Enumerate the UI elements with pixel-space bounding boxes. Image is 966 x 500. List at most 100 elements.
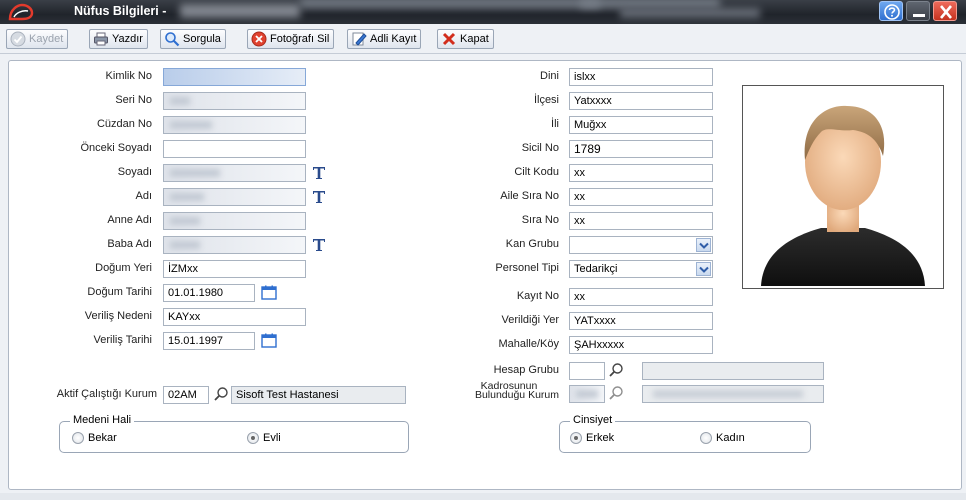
- criminal-record-button[interactable]: Adli Kayıt: [347, 29, 422, 49]
- kayit-no-field[interactable]: xx: [569, 288, 713, 306]
- criminal-record-label: Adli Kayıt: [370, 33, 417, 45]
- query-label: Sorgula: [183, 33, 221, 45]
- app-logo-icon: [8, 3, 34, 21]
- verildigi-yer-label: Verildiği Yer: [501, 314, 560, 326]
- radio-evli[interactable]: Evli: [247, 432, 281, 444]
- cinsiyet-title: Cinsiyet: [570, 414, 616, 426]
- dogum-yeri-label: Doğum Yeri: [95, 262, 152, 274]
- delete-icon: [251, 31, 267, 47]
- verildigi-yer-field[interactable]: YATxxxx: [569, 312, 713, 330]
- sicil-no-field[interactable]: 1789: [569, 140, 713, 158]
- dropdown-button[interactable]: [696, 238, 711, 252]
- printer-icon: [94, 32, 108, 46]
- dogum-tarihi-field[interactable]: 01.01.1980: [163, 284, 255, 302]
- dini-field[interactable]: islxx: [569, 68, 713, 86]
- close-label: Kapat: [460, 33, 489, 45]
- aile-sira-no-label: Aile Sıra No: [500, 190, 559, 202]
- delete-photo-button[interactable]: Fotoğrafı Sil: [247, 29, 335, 49]
- hesap-grubu-code-field[interactable]: [569, 362, 605, 380]
- cilt-kodu-field[interactable]: xx: [569, 164, 713, 182]
- adi-field[interactable]: [163, 188, 306, 206]
- close-x-icon: [442, 32, 456, 46]
- radio-evli-label: Evli: [263, 432, 281, 444]
- dropdown-button[interactable]: [696, 262, 711, 276]
- magnifier-icon[interactable]: [608, 385, 624, 401]
- minimize-button[interactable]: [906, 1, 930, 21]
- text-t-icon[interactable]: [312, 190, 326, 204]
- ili-field[interactable]: Muğxx: [569, 116, 713, 134]
- close-window-button[interactable]: [933, 1, 957, 21]
- print-label: Yazdır: [112, 33, 143, 45]
- help-icon: [884, 4, 900, 20]
- aktif-kurum-name-field: Sisoft Test Hastanesi: [231, 386, 406, 404]
- aktif-kurum-label: Aktif Çalıştığı Kurum: [56, 388, 157, 400]
- minimize-icon: [913, 14, 925, 17]
- status-bar: [0, 493, 966, 500]
- radio-indicator: [247, 432, 259, 444]
- anne-adi-label: Anne Adı: [107, 214, 152, 226]
- kan-grubu-select[interactable]: [569, 236, 713, 254]
- help-button[interactable]: [879, 1, 903, 21]
- query-button[interactable]: Sorgula: [160, 29, 226, 49]
- close-button[interactable]: Kapat: [437, 29, 494, 49]
- print-button[interactable]: Yazdır: [89, 29, 148, 49]
- kimlik-no-field[interactable]: [163, 68, 306, 86]
- dogum-tarihi-label: Doğum Tarihi: [87, 286, 152, 298]
- dini-label: Dini: [540, 70, 559, 82]
- verilis-tarihi-field[interactable]: 15.01.1997: [163, 332, 255, 350]
- soyadi-label: Soyadı: [117, 166, 152, 178]
- soyadi-field[interactable]: [163, 164, 306, 182]
- sicil-no-label: Sicil No: [521, 142, 559, 154]
- kan-grubu-label: Kan Grubu: [505, 238, 559, 250]
- delete-photo-label: Fotoğrafı Sil: [270, 33, 330, 45]
- checkmark-icon: [10, 31, 26, 47]
- cuzdan-no-field[interactable]: [163, 116, 306, 134]
- radio-erkek[interactable]: Erkek: [570, 432, 614, 444]
- hesap-grubu-name-field: [642, 362, 824, 380]
- sira-no-field[interactable]: xx: [569, 212, 713, 230]
- aktif-kurum-code-field[interactable]: 02AM: [163, 386, 209, 404]
- radio-bekar[interactable]: Bekar: [72, 432, 117, 444]
- form-panel: Kimlik No Seri No Cüzdan No Önceki Soyad…: [8, 60, 962, 490]
- verilis-nedeni-label: Veriliş Nedeni: [84, 310, 152, 322]
- calendar-icon[interactable]: [261, 333, 277, 348]
- kadro-kurum-name-field: [642, 385, 824, 403]
- seri-no-field[interactable]: [163, 92, 306, 110]
- personel-tipi-select[interactable]: Tedarikçi: [569, 260, 713, 278]
- seri-no-label: Seri No: [115, 94, 152, 106]
- cinsiyet-group: Cinsiyet Erkek Kadın: [559, 414, 811, 453]
- mahalle-koy-label: Mahalle/Köy: [498, 338, 559, 350]
- window: Nüfus Bilgileri - Kaydet Yazdır Sorgula …: [0, 0, 966, 500]
- magnifier-icon[interactable]: [608, 362, 624, 378]
- document-pen-icon: [352, 32, 367, 46]
- baba-adi-label: Baba Adı: [107, 238, 152, 250]
- aile-sira-no-field[interactable]: xx: [569, 188, 713, 206]
- toolbar: Kaydet Yazdır Sorgula Fotoğrafı Sil Adli…: [0, 24, 966, 54]
- kadro-kurum-code-field[interactable]: [569, 385, 605, 403]
- baba-adi-field[interactable]: [163, 236, 306, 254]
- adi-label: Adı: [135, 190, 152, 202]
- text-t-icon[interactable]: [312, 166, 326, 180]
- magnifier-icon[interactable]: [213, 386, 229, 402]
- close-icon: [940, 5, 952, 19]
- medeni-hali-group: Medeni Hali Bekar Evli: [59, 414, 409, 453]
- verilis-tarihi-label: Veriliş Tarihi: [93, 334, 153, 346]
- window-title: Nüfus Bilgileri -: [74, 4, 167, 18]
- mahalle-koy-field[interactable]: ŞAHxxxxx: [569, 336, 713, 354]
- onceki-soyadi-field[interactable]: [163, 140, 306, 158]
- radio-bekar-label: Bekar: [88, 432, 117, 444]
- redacted-background-text: [620, 8, 760, 18]
- chevron-down-icon: [699, 266, 709, 273]
- radio-kadin[interactable]: Kadın: [700, 432, 745, 444]
- verilis-nedeni-field[interactable]: KAYxx: [163, 308, 306, 326]
- anne-adi-field[interactable]: [163, 212, 306, 230]
- cilt-kodu-label: Cilt Kodu: [514, 166, 559, 178]
- person-photo[interactable]: [742, 85, 944, 289]
- calendar-icon[interactable]: [261, 285, 277, 300]
- dogum-yeri-field[interactable]: İZMxx: [163, 260, 306, 278]
- save-button[interactable]: Kaydet: [6, 29, 69, 49]
- text-t-icon[interactable]: [312, 238, 326, 252]
- redacted-background-text: [300, 0, 600, 8]
- ilcesi-field[interactable]: Yatxxxx: [569, 92, 713, 110]
- hesap-grubu-label: Hesap Grubu: [493, 364, 559, 376]
